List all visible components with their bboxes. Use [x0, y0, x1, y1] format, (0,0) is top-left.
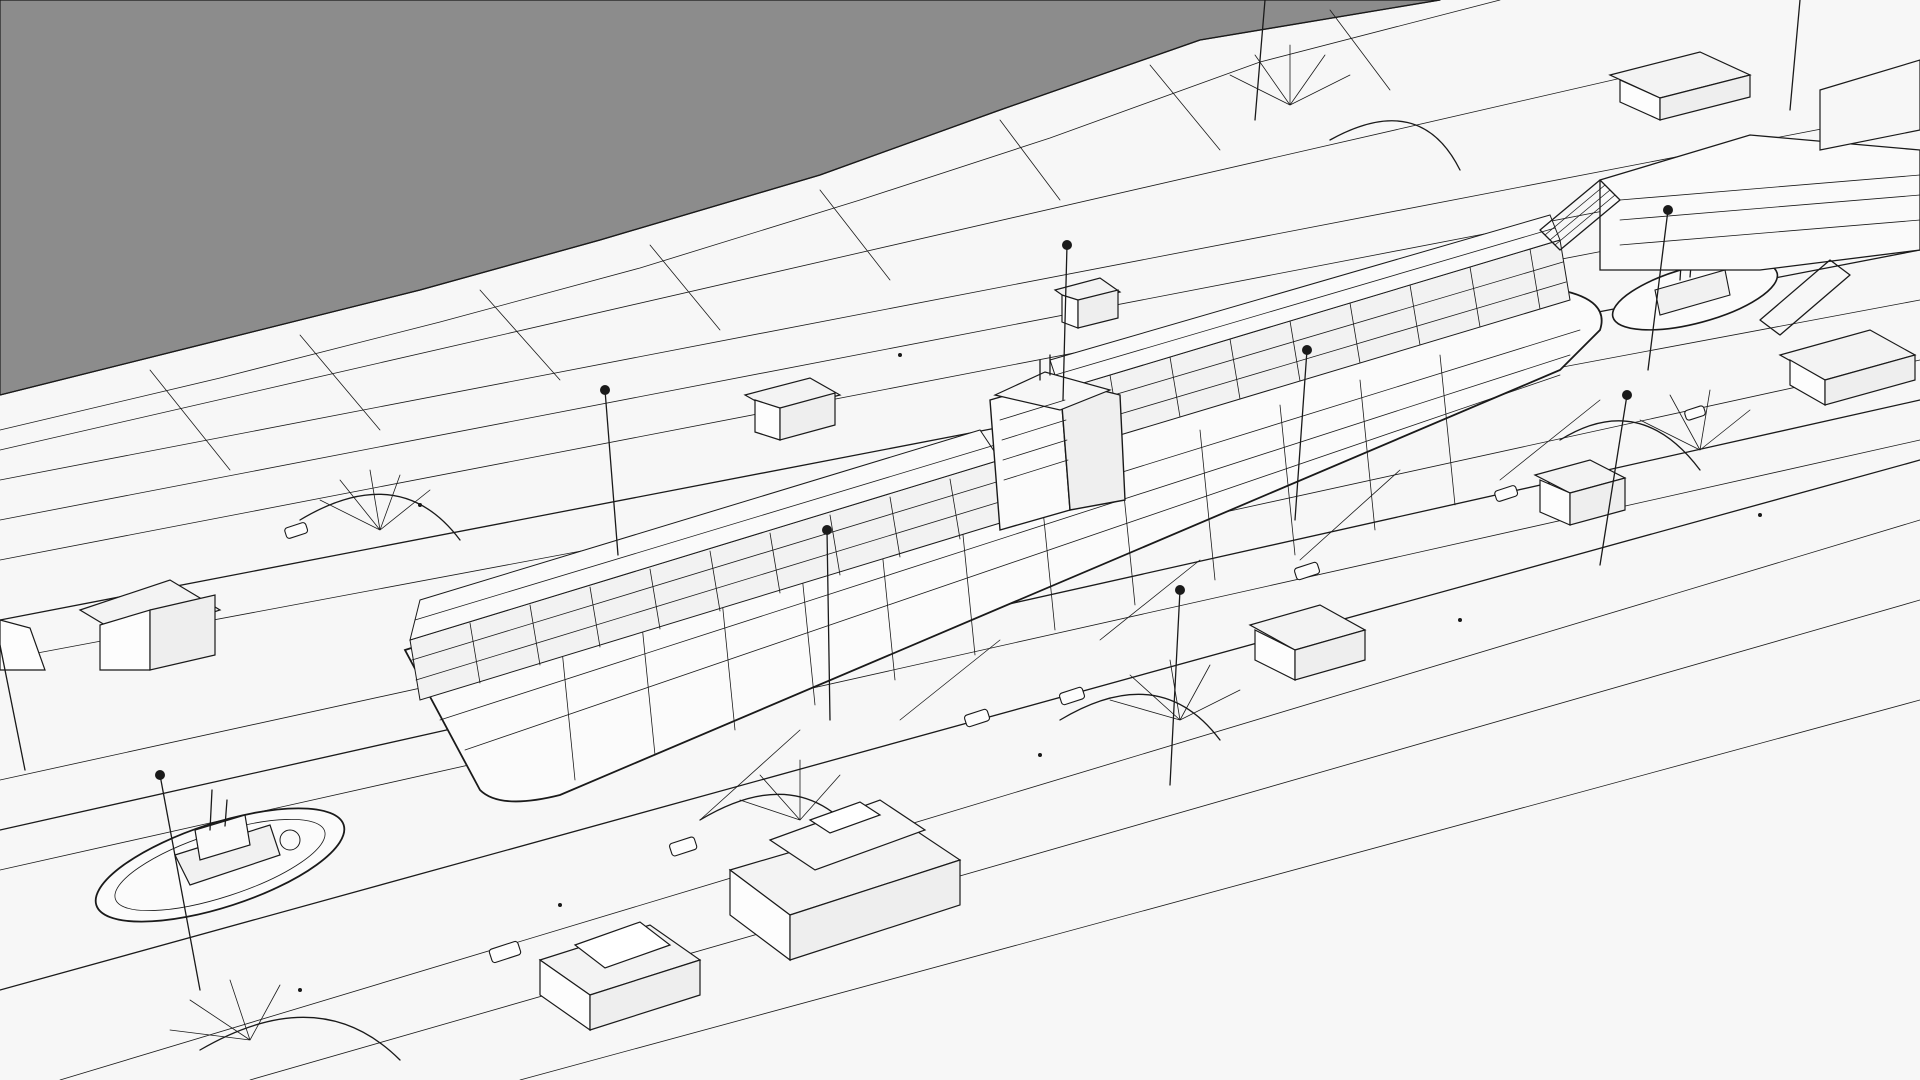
canal-lock-wireframe-render — [0, 0, 1920, 1080]
wireframe-scene — [0, 0, 1920, 1080]
